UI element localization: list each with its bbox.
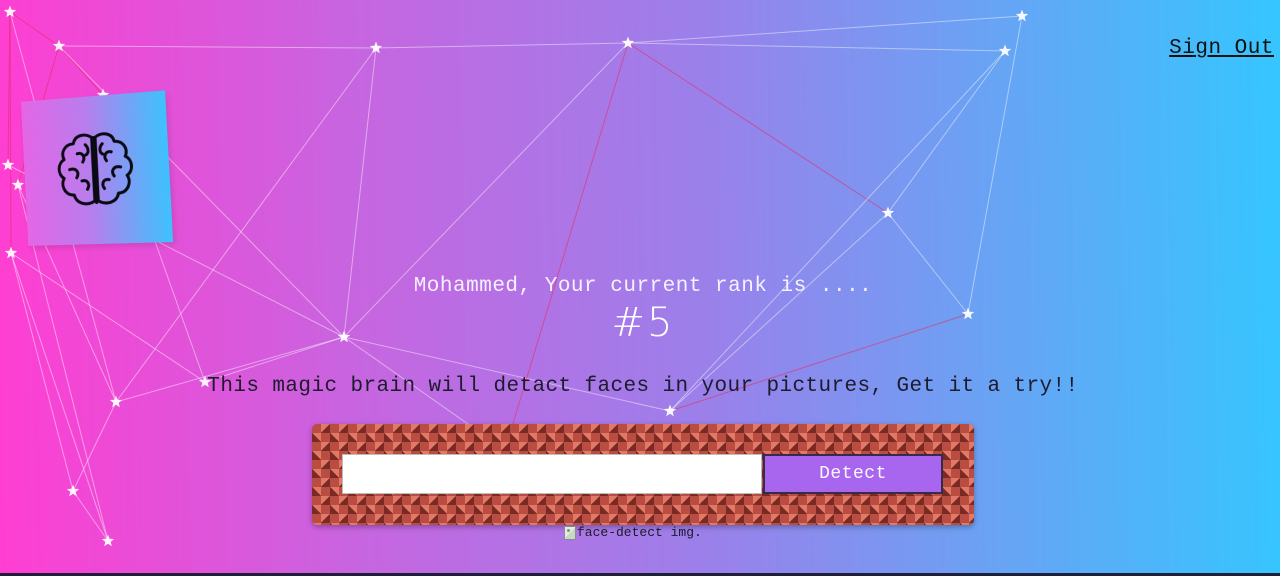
network-line [9,11,12,254]
network-line [669,50,1006,412]
star-particle [1015,9,1029,22]
face-detect-image: face-detect img. [564,525,702,540]
rank-message: Mohammed, Your current rank is .... [413,275,873,298]
network-line [343,336,671,412]
star-particle [11,178,25,191]
network-line [627,15,1023,44]
network-line [627,42,889,214]
network-line [627,42,1006,52]
network-line [72,401,117,492]
network-line [967,15,1023,315]
network-line [887,50,1006,214]
star-particle [369,41,383,54]
network-line [58,45,104,96]
rank-value: #5 [611,300,675,346]
star-particle [3,5,17,18]
image-link-form: Detect [312,424,974,525]
network-line [7,11,11,166]
star-particle [4,246,18,259]
detect-button[interactable]: Detect [763,454,943,494]
network-line [58,45,377,49]
star-particle [663,404,677,417]
brain-icon [51,124,141,214]
network-line [887,212,969,315]
broken-image-icon [564,525,576,540]
face-detect-alt-text: face-detect img. [577,525,702,540]
star-particle [52,39,66,52]
star-particle [881,206,895,219]
sign-out-link[interactable]: Sign Out [1169,37,1274,60]
image-url-input[interactable] [342,454,762,494]
star-particle [101,534,115,547]
network-line [375,42,629,49]
star-particle [66,484,80,497]
network-line [72,490,109,542]
star-particle [1,158,15,171]
star-particle [998,44,1012,57]
star-particle [621,36,635,49]
network-line [9,11,60,47]
logo-card[interactable] [20,90,174,246]
tagline: This magic brain will detact faces in yo… [207,375,1079,398]
